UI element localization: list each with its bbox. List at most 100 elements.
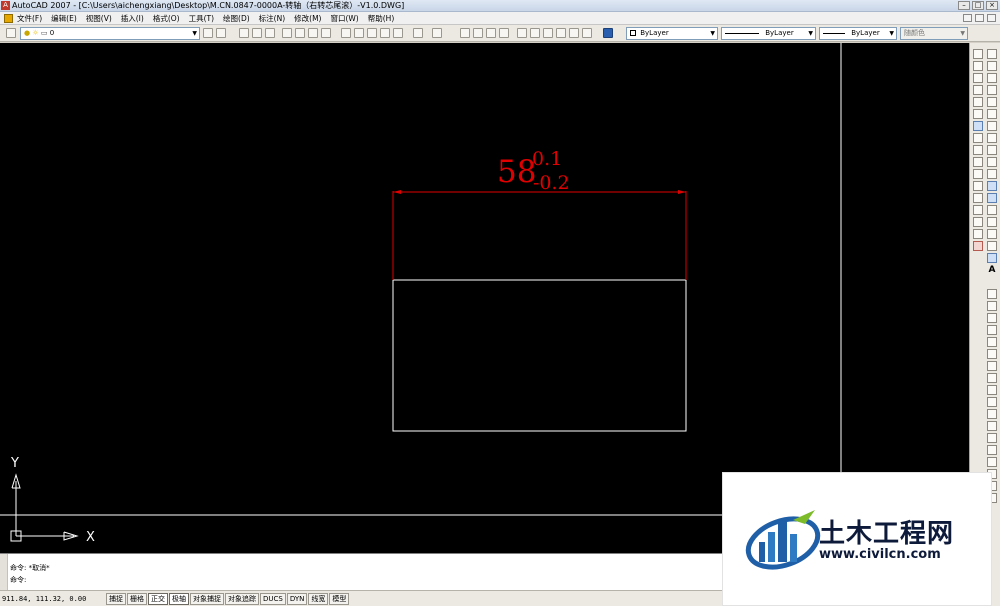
region-icon[interactable] <box>987 241 997 251</box>
status-toggle[interactable]: 对象追踪 <box>225 593 259 605</box>
status-toggle[interactable]: 对象捕捉 <box>190 593 224 605</box>
baseline-dimension-icon[interactable] <box>987 397 997 407</box>
chamfer-icon[interactable] <box>973 217 983 227</box>
explode-icon[interactable] <box>973 241 983 251</box>
status-toggle[interactable]: 线宽 <box>308 593 329 605</box>
quick-leader-icon[interactable] <box>987 421 997 431</box>
properties-icon[interactable] <box>517 28 527 38</box>
doc-restore-icon[interactable] <box>975 14 984 22</box>
point-icon[interactable] <box>987 205 997 215</box>
spline-icon[interactable] <box>987 145 997 155</box>
move-icon[interactable] <box>973 109 983 119</box>
rectangle-icon[interactable] <box>987 97 997 107</box>
menu-item[interactable]: 绘图(D) <box>223 12 250 25</box>
table-icon[interactable] <box>987 253 997 263</box>
arc-icon[interactable] <box>987 109 997 119</box>
dimension-edit-icon[interactable] <box>987 457 997 467</box>
block-editor-icon[interactable] <box>393 28 403 38</box>
quick-dimension-icon[interactable] <box>987 385 997 395</box>
construction-line-icon[interactable] <box>987 61 997 71</box>
insert-block-icon[interactable] <box>987 181 997 191</box>
tolerance-icon[interactable] <box>987 433 997 443</box>
zoom-realtime-icon[interactable] <box>473 28 483 38</box>
cut-icon[interactable] <box>341 28 351 38</box>
ordinate-dimension-icon[interactable] <box>987 325 997 335</box>
gradient-icon[interactable] <box>987 229 997 239</box>
break-icon[interactable] <box>973 193 983 203</box>
help-icon[interactable] <box>603 28 613 38</box>
join-icon[interactable] <box>973 205 983 215</box>
command-input-line[interactable]: 命令: <box>10 576 26 585</box>
fillet-icon[interactable] <box>973 229 983 239</box>
command-window-grip[interactable] <box>0 554 8 591</box>
radius-dimension-icon[interactable] <box>987 337 997 347</box>
line-icon[interactable] <box>987 49 997 59</box>
make-current-layer-icon[interactable] <box>203 28 213 38</box>
menu-item[interactable]: 修改(M) <box>294 12 321 25</box>
plot-preview-icon[interactable] <box>295 28 305 38</box>
diameter-dimension-icon[interactable] <box>987 361 997 371</box>
hatch-icon[interactable] <box>987 217 997 227</box>
rotate-icon[interactable] <box>973 121 983 131</box>
zoom-previous-icon[interactable] <box>499 28 509 38</box>
linear-dimension-icon[interactable] <box>987 289 997 299</box>
new-file-icon[interactable] <box>239 28 249 38</box>
jogged-dimension-icon[interactable] <box>987 349 997 359</box>
menu-item[interactable]: 标注(N) <box>259 12 285 25</box>
plotstyle-dropdown[interactable]: 随颜色 ▼ <box>900 27 968 40</box>
cursor-coordinates[interactable]: 911.84, 111.32, 0.00 <box>2 593 102 605</box>
multiline-text-icon[interactable]: A <box>987 265 997 275</box>
autocad-app-icon[interactable]: A <box>1 1 10 10</box>
document-icon[interactable] <box>4 14 13 23</box>
scale-icon[interactable] <box>973 133 983 143</box>
copy-icon[interactable] <box>354 28 364 38</box>
status-toggle[interactable]: DUCS <box>260 593 286 605</box>
circle-icon[interactable] <box>987 121 997 131</box>
publish-icon[interactable] <box>308 28 318 38</box>
extend-icon[interactable] <box>973 169 983 179</box>
zoom-window-icon[interactable] <box>486 28 496 38</box>
tool-palettes-icon[interactable] <box>543 28 553 38</box>
status-toggle[interactable]: 栅格 <box>127 593 147 605</box>
color-dropdown[interactable]: ByLayer ▼ <box>626 27 718 40</box>
array-icon[interactable] <box>973 97 983 107</box>
design-center-icon[interactable] <box>530 28 540 38</box>
sheet-set-icon[interactable] <box>556 28 566 38</box>
status-toggle[interactable]: 捕捉 <box>106 593 126 605</box>
doc-minimize-icon[interactable] <box>963 14 972 22</box>
minimize-icon[interactable]: – <box>958 1 970 10</box>
linetype-dropdown[interactable]: ByLayer ▼ <box>721 27 816 40</box>
status-toggle[interactable]: 正交 <box>148 593 168 605</box>
ellipse-icon[interactable] <box>987 157 997 167</box>
menu-item[interactable]: 视图(V) <box>86 12 112 25</box>
3d-dwf-icon[interactable] <box>321 28 331 38</box>
menu-item[interactable]: 插入(I) <box>121 12 144 25</box>
status-toggle[interactable]: 模型 <box>329 593 350 605</box>
trim-icon[interactable] <box>973 157 983 167</box>
continue-dimension-icon[interactable] <box>987 409 997 419</box>
menu-item[interactable]: 帮助(H) <box>368 12 395 25</box>
paste-icon[interactable] <box>367 28 377 38</box>
ellipse-arc-icon[interactable] <box>987 169 997 179</box>
menu-item[interactable]: 文件(F) <box>17 12 42 25</box>
make-block-icon[interactable] <box>987 193 997 203</box>
pan-icon[interactable] <box>460 28 470 38</box>
maximize-icon[interactable]: □ <box>972 1 984 10</box>
layer-dropdown[interactable]: ● ☼ ▭ 0 ▼ <box>20 27 200 40</box>
dimension-value[interactable]: 58 <box>497 154 536 190</box>
angular-dimension-icon[interactable] <box>987 373 997 383</box>
arc-length-icon[interactable] <box>987 313 997 323</box>
close-icon[interactable]: × <box>986 1 998 10</box>
aligned-dimension-icon[interactable] <box>987 301 997 311</box>
part-rectangle-lower[interactable] <box>392 279 687 432</box>
calculator-icon[interactable] <box>582 28 592 38</box>
status-toggle[interactable]: 极轴 <box>169 593 189 605</box>
status-toggle[interactable]: DYN <box>286 593 308 605</box>
stretch-icon[interactable] <box>973 145 983 155</box>
mirror-icon[interactable] <box>973 73 983 83</box>
polyline-icon[interactable] <box>987 73 997 83</box>
undo-icon[interactable] <box>413 28 423 38</box>
offset-icon[interactable] <box>973 85 983 95</box>
match-properties-icon[interactable] <box>380 28 390 38</box>
plot-icon[interactable] <box>282 28 292 38</box>
